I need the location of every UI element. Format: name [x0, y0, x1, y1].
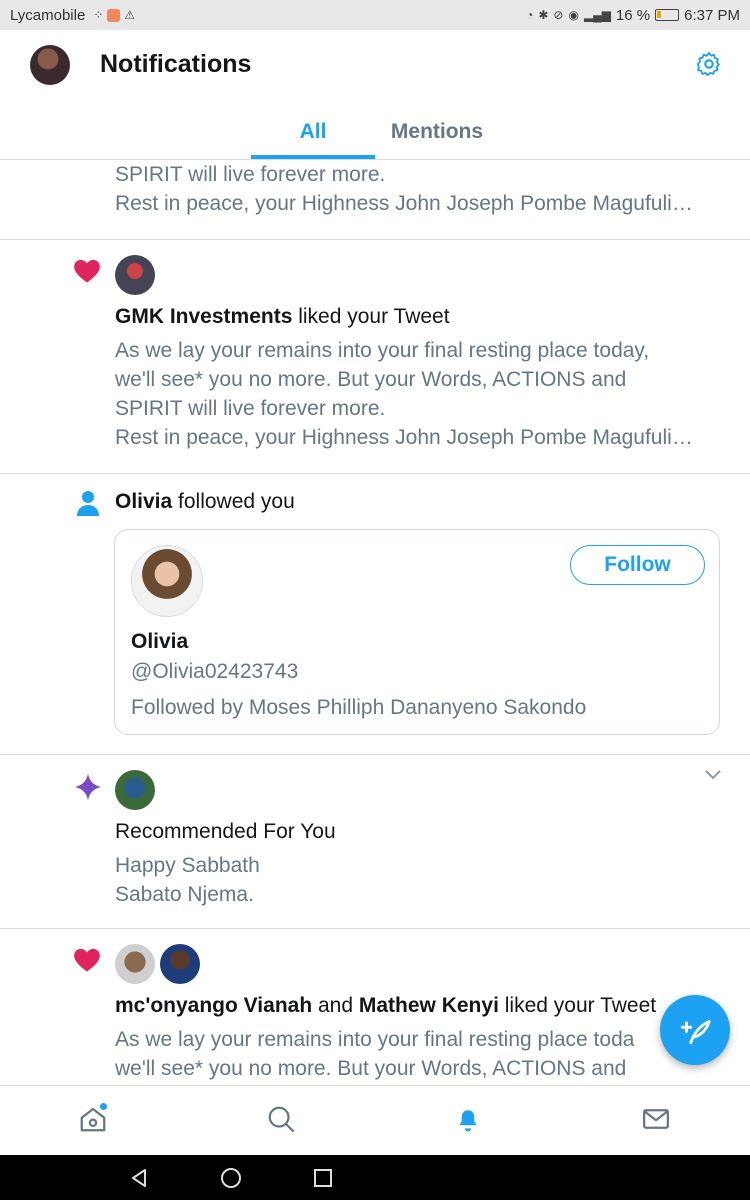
eye-comfort-icon: ◉ — [568, 8, 579, 22]
notification-joiner: and — [312, 994, 359, 1017]
settings-gear-icon[interactable] — [695, 50, 723, 78]
notifications-bell-icon[interactable] — [453, 1104, 483, 1134]
compose-tweet-button[interactable] — [660, 995, 730, 1065]
profile-avatar[interactable] — [30, 45, 70, 85]
actor-name[interactable]: GMK Investments — [115, 305, 292, 328]
notification-headline: Recommended For You — [115, 820, 336, 843]
tab-mentions[interactable]: Mentions — [375, 112, 499, 160]
bottom-navigation — [0, 1085, 750, 1155]
notification-action: liked your Tweet — [498, 994, 657, 1017]
user-handle: @Olivia02423743 — [131, 660, 299, 683]
battery-percent: 16 % — [615, 6, 651, 24]
compose-feather-icon — [680, 1020, 711, 1045]
status-bar: Lycamobile ⁘ ⚠ ◔ ✱ ⊘ ◉ ▂▄▆ 16 % 6:37 PM — [0, 0, 750, 30]
mute-icon: ⊘ — [553, 8, 564, 22]
notification-item[interactable]: GMK Investments liked your Tweet As we l… — [0, 240, 750, 474]
tab-all[interactable]: All — [251, 112, 375, 160]
recent-apps-icon[interactable] — [312, 1167, 334, 1189]
tweet-text-line: Rest in peace, your Highness John Joseph… — [115, 192, 693, 215]
user-avatar[interactable] — [115, 770, 155, 810]
sparkle-icon — [74, 773, 102, 801]
tweet-text-line: Sabato Njema. — [115, 883, 254, 906]
system-navigation-bar — [0, 1155, 750, 1200]
heart-icon — [74, 259, 100, 283]
tweet-text-line: we'll see* you no more. But your Words, … — [115, 1057, 627, 1080]
actor-name[interactable]: Mathew Kenyi — [359, 994, 499, 1017]
user-avatar[interactable] — [160, 944, 200, 984]
notification-headline: GMK Investments liked your Tweet — [115, 302, 725, 331]
chevron-down-icon[interactable] — [705, 769, 721, 781]
follow-button[interactable]: Follow — [570, 545, 705, 585]
notifications-feed[interactable]: SPIRIT will live forever more. Rest in p… — [0, 160, 750, 1085]
tweet-text-line: Happy Sabbath — [115, 854, 260, 877]
warning-icon: ⚠ — [124, 8, 136, 22]
back-icon[interactable] — [128, 1167, 150, 1189]
battery-icon — [655, 9, 680, 21]
user-avatar[interactable] — [131, 545, 203, 617]
notification-headline: mc'onyango Vianah and Mathew Kenyi liked… — [115, 991, 725, 1020]
user-avatar[interactable] — [115, 944, 155, 984]
followed-by-text: Followed by Moses Philliph Dananyeno Sak… — [131, 696, 587, 719]
actor-name[interactable]: mc'onyango Vianah — [115, 994, 312, 1017]
tweet-text-line: SPIRIT will live forever more. — [115, 163, 386, 186]
search-icon[interactable] — [266, 1104, 296, 1134]
notification-item[interactable]: Olivia followed you Follow Olivia @Olivi… — [0, 474, 750, 755]
user-display-name[interactable]: Olivia — [131, 630, 188, 654]
carrier-name: Lycamobile — [10, 6, 86, 24]
tweet-text-line: Rest in peace, your Highness John Joseph… — [115, 426, 693, 449]
actor-name[interactable]: Olivia — [115, 490, 172, 513]
notification-tabs: All Mentions — [0, 112, 750, 160]
notification-action: followed you — [172, 490, 295, 513]
active-tab-indicator — [251, 155, 375, 159]
notification-item[interactable]: mc'onyango Vianah and Mathew Kenyi liked… — [0, 929, 750, 1085]
data-saver-icon: ◔ — [526, 8, 534, 22]
notifications-header: Notifications All Mentions — [0, 30, 750, 160]
signal-icon: ▂▄▆ — [583, 8, 611, 22]
notification-action: liked your Tweet — [292, 305, 450, 328]
page-title: Notifications — [100, 50, 252, 78]
tweet-text-line: As we lay your remains into your final r… — [115, 1028, 635, 1051]
app-notification-icon — [107, 8, 121, 22]
tweet-text-line: SPIRIT will live forever more. — [115, 397, 386, 420]
user-card[interactable]: Follow Olivia @Olivia02423743 Followed b… — [114, 529, 720, 735]
clock: 6:37 PM — [684, 6, 740, 24]
tweet-text-line: we'll see* you no more. But your Words, … — [115, 368, 627, 391]
bluetooth-icon: ✱ — [538, 8, 549, 22]
notification-item[interactable]: SPIRIT will live forever more. Rest in p… — [0, 160, 750, 240]
home-circle-icon[interactable] — [220, 1167, 242, 1189]
person-icon — [77, 491, 99, 516]
heart-icon — [74, 948, 100, 972]
notification-headline: Olivia followed you — [115, 487, 295, 516]
messages-envelope-icon[interactable] — [641, 1104, 671, 1134]
new-content-dot — [100, 1103, 107, 1110]
assistant-icon: ⁘ — [93, 8, 104, 22]
tweet-text-line: As we lay your remains into your final r… — [115, 339, 650, 362]
user-avatar[interactable] — [115, 255, 155, 295]
notification-item[interactable]: Recommended For You Happy Sabbath Sabato… — [0, 755, 750, 929]
